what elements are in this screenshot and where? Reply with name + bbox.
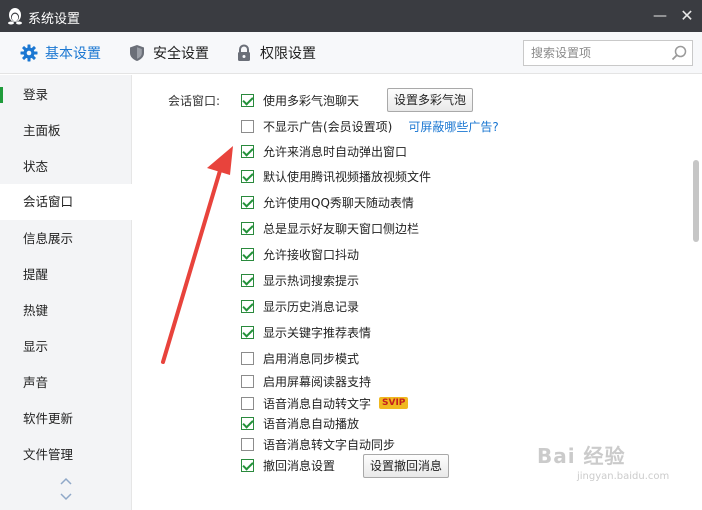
- option-voice-autoplay[interactable]: 语音消息自动播放: [241, 414, 359, 432]
- option-voice-text-sync[interactable]: 语音消息转文字自动同步: [241, 435, 395, 453]
- checkbox[interactable]: [241, 374, 254, 388]
- sidebar-item-info-display[interactable]: 信息展示: [0, 221, 132, 257]
- checkbox[interactable]: [241, 144, 254, 158]
- checkbox[interactable]: [241, 247, 254, 261]
- option-label: 显示热词搜索提示: [263, 273, 360, 288]
- sidebar-item-login[interactable]: 登录: [0, 77, 132, 113]
- tab-label: 权限设置: [260, 46, 316, 62]
- sidebar-item-software-update[interactable]: 软件更新: [0, 401, 132, 437]
- sidebar-item-sound[interactable]: 声音: [0, 365, 132, 401]
- gear-icon: [20, 44, 38, 62]
- checkbox[interactable]: [241, 273, 254, 287]
- checkbox[interactable]: [241, 169, 254, 183]
- sidebar-item-reminder[interactable]: 提醒: [0, 257, 132, 293]
- option-colorful-bubble[interactable]: 使用多彩气泡聊天: [241, 91, 359, 109]
- checkbox[interactable]: [241, 416, 254, 430]
- sidebar-scroll-arrows[interactable]: [59, 477, 73, 505]
- option-screen-reader[interactable]: 启用屏幕阅读器支持: [241, 372, 371, 390]
- tab-permission-settings[interactable]: 权限设置: [235, 32, 316, 74]
- watermark-sub: jingyan.baidu.com: [577, 471, 670, 482]
- option-show-sidebar[interactable]: 总是显示好友聊天窗口侧边栏: [241, 219, 419, 237]
- option-label: 默认使用腾讯视频播放视频文件: [263, 169, 432, 184]
- checkbox[interactable]: [241, 221, 254, 235]
- checkbox[interactable]: [241, 195, 254, 209]
- baidu-watermark: Bai 经验 jingyan.baidu.com: [537, 440, 687, 495]
- option-label: 允许来消息时自动弹出窗口: [263, 144, 408, 159]
- set-colorful-bubble-button[interactable]: 设置多彩气泡: [387, 88, 474, 112]
- sidebar-item-chat-window[interactable]: 会话窗口: [0, 184, 132, 220]
- svip-badge: SVIP: [379, 397, 409, 409]
- checkbox[interactable]: [241, 396, 254, 410]
- option-label: 语音消息自动转文字: [263, 396, 372, 411]
- option-label: 撤回消息设置: [263, 458, 336, 473]
- content-scrollbar-thumb[interactable]: [693, 160, 699, 242]
- checkbox[interactable]: [241, 325, 254, 339]
- option-hot-word-hints[interactable]: 显示热词搜索提示: [241, 271, 359, 289]
- section-label-chat-window: 会话窗口:: [168, 94, 221, 108]
- option-label: 允许接收窗口抖动: [263, 247, 360, 262]
- option-label: 显示关键字推荐表情: [263, 325, 372, 340]
- option-recall-settings[interactable]: 撤回消息设置: [241, 456, 335, 474]
- checkbox[interactable]: [241, 299, 254, 313]
- minimize-button[interactable]: —: [650, 6, 670, 26]
- option-qq-show-emotes[interactable]: 允许使用QQ秀聊天随动表情: [241, 193, 414, 211]
- search-box: [523, 40, 693, 66]
- sidebar-item-hotkey[interactable]: 热键: [0, 293, 132, 329]
- qq-penguin-icon: [8, 8, 22, 25]
- option-tencent-video-player[interactable]: 默认使用腾讯视频播放视频文件: [241, 167, 431, 185]
- sidebar: 登录 主面板 状态 会话窗口 信息展示 提醒 热键 显示 声音 软件更新 文件管…: [0, 75, 132, 510]
- shield-icon: [130, 45, 144, 61]
- option-label: 显示历史消息记录: [263, 299, 360, 314]
- sidebar-item-display[interactable]: 显示: [0, 329, 132, 365]
- sidebar-item-file-management[interactable]: 文件管理: [0, 437, 132, 473]
- checkbox[interactable]: [241, 437, 254, 451]
- tab-label: 安全设置: [153, 46, 209, 62]
- option-history-messages[interactable]: 显示历史消息记录: [241, 297, 359, 315]
- checkbox[interactable]: [241, 93, 254, 107]
- chevron-up-icon[interactable]: [60, 477, 72, 487]
- set-recall-message-button[interactable]: 设置撤回消息: [363, 454, 450, 478]
- tab-basic-settings[interactable]: 基本设置: [20, 32, 101, 74]
- option-label: 使用多彩气泡聊天: [263, 93, 360, 108]
- option-label: 启用消息同步模式: [263, 351, 360, 366]
- checkbox[interactable]: [241, 119, 254, 133]
- option-hide-ads[interactable]: 不显示广告(会员设置项) 可屏蔽哪些广告?: [241, 117, 499, 135]
- tab-bar: 基本设置 安全设置 权限设置: [0, 32, 702, 74]
- tab-security-settings[interactable]: 安全设置: [128, 32, 209, 74]
- chevron-down-icon[interactable]: [60, 491, 72, 501]
- sidebar-item-main-panel[interactable]: 主面板: [0, 113, 132, 149]
- option-label: 不显示广告(会员设置项): [263, 119, 393, 134]
- checkbox[interactable]: [241, 458, 254, 472]
- option-message-sync[interactable]: 启用消息同步模式: [241, 349, 359, 367]
- tab-label: 基本设置: [45, 46, 101, 62]
- option-label: 总是显示好友聊天窗口侧边栏: [263, 221, 420, 236]
- option-label: 允许使用QQ秀聊天随动表情: [263, 195, 414, 210]
- option-window-shake[interactable]: 允许接收窗口抖动: [241, 245, 359, 263]
- option-label: 语音消息自动播放: [263, 416, 360, 431]
- search-icon[interactable]: [671, 45, 687, 61]
- watermark-main: Bai 经验: [537, 444, 626, 468]
- option-keyword-emoji[interactable]: 显示关键字推荐表情: [241, 323, 371, 341]
- option-label: 启用屏幕阅读器支持: [263, 374, 372, 389]
- option-auto-popup-window[interactable]: 允许来消息时自动弹出窗口: [241, 142, 407, 160]
- close-button[interactable]: ✕: [677, 6, 697, 26]
- option-voice-to-text[interactable]: 语音消息自动转文字 SVIP: [241, 394, 409, 412]
- sidebar-item-status[interactable]: 状态: [0, 149, 132, 185]
- checkbox[interactable]: [241, 351, 254, 365]
- window-title: 系统设置: [28, 12, 81, 27]
- option-label: 语音消息转文字自动同步: [263, 437, 396, 452]
- which-ads-link[interactable]: 可屏蔽哪些广告?: [408, 118, 498, 135]
- lock-icon: [238, 44, 250, 61]
- search-input[interactable]: [524, 41, 664, 65]
- title-bar: 系统设置 — ✕: [0, 0, 702, 32]
